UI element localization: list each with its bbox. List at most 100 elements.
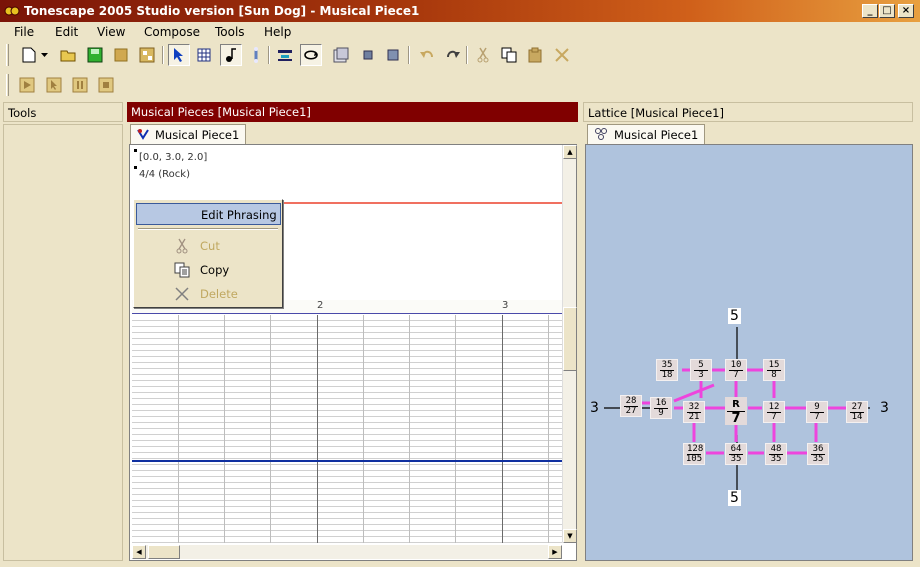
note-grid[interactable] [132,315,562,543]
tab-label: Musical Piece1 [614,128,699,142]
play-select-icon[interactable] [43,74,65,96]
vertical-scrollbar[interactable]: ▲ ▼ [562,145,577,543]
block-icon[interactable] [110,44,132,66]
cut-icon [176,238,188,254]
phrase-marker[interactable] [134,166,137,169]
stack-icon[interactable] [330,44,352,66]
menu-item-edit-phrasing[interactable]: Edit Phrasing [136,203,281,225]
tools-pane-header: Tools [3,102,123,122]
lattice-top-label: 5 [728,308,741,324]
scroll-right-icon[interactable]: ▶ [548,545,562,559]
lattice-root-node[interactable]: R7 [725,397,747,425]
lattice-links [604,327,870,490]
redo-icon[interactable] [442,44,464,66]
scroll-up-icon[interactable]: ▲ [563,145,577,159]
lattice-node[interactable]: 48 35 [765,443,787,465]
scroll-left-icon[interactable]: ◀ [132,545,146,559]
menu-item-cut[interactable]: Cut [136,235,281,257]
lattice-node[interactable]: 32 21 [683,401,705,423]
measure-line [502,315,503,543]
menu-item-copy[interactable]: Copy [136,259,281,281]
small-square-icon[interactable] [357,44,379,66]
select-arrow-icon[interactable] [168,44,190,66]
note-icon[interactable] [220,44,242,66]
pieces-pane-header: Musical Pieces [Musical Piece1] [127,102,578,122]
copy-icon[interactable] [498,44,520,66]
grid-icon[interactable] [193,44,215,66]
time-signature-text: 4/4 (Rock) [139,169,190,180]
context-menu: Edit Phrasing Cut Copy Delete [133,199,283,308]
close-button[interactable]: × [898,4,914,18]
new-dropdown-arrow-icon[interactable] [38,44,50,66]
menu-file[interactable]: File [14,25,34,39]
scroll-down-icon[interactable]: ▼ [563,529,577,543]
toolbar-grip[interactable] [6,44,9,66]
menu-edit[interactable]: Edit [55,25,78,39]
menu-compose[interactable]: Compose [144,25,200,39]
lattice-node[interactable]: 10 7 [725,359,747,381]
new-file-icon[interactable] [18,44,40,66]
open-folder-icon[interactable] [58,44,80,66]
toolbar-grip[interactable] [6,74,9,96]
pause-icon[interactable] [69,74,91,96]
piece-icon [137,129,149,140]
save-green-icon[interactable] [84,44,106,66]
align-icon[interactable] [274,44,296,66]
menu-tools[interactable]: Tools [215,25,245,39]
lattice-view[interactable]: 5 5 3 3 35 18 53 10 7 15 8 28 27 16 9 32 21 R7… [585,144,913,561]
menu-separator [138,228,278,230]
playhead-line [132,460,562,462]
toolbar-separator [466,46,468,64]
tab-lattice[interactable]: Musical Piece1 [587,124,706,144]
beat-line [270,315,271,543]
loop-icon[interactable] [300,44,322,66]
toolbar-separator [268,46,270,64]
lattice-node[interactable]: 15 8 [763,359,785,381]
lattice-node[interactable]: 97 [806,401,828,423]
lattice-node[interactable]: 27 14 [846,401,868,423]
play-icon[interactable] [16,74,38,96]
bone-icon[interactable] [245,44,267,66]
grid-block-icon[interactable] [136,44,158,66]
menu-view[interactable]: View [97,25,125,39]
beat-line [224,315,225,543]
stop-icon[interactable] [95,74,117,96]
square-icon[interactable] [382,44,404,66]
maximize-button[interactable]: □ [879,4,895,18]
lattice-left-label: 3 [590,400,599,416]
paste-icon[interactable] [524,44,546,66]
horizontal-scrollbar[interactable]: ◀ ▶ [132,545,562,559]
minimize-button[interactable]: _ [862,4,878,18]
delete-icon[interactable] [551,44,573,66]
lattice-node[interactable]: 36 35 [807,443,829,465]
menu-help[interactable]: Help [264,25,291,39]
lattice-bottom-label: 5 [728,490,741,506]
beat-line [455,315,456,543]
delete-icon [175,287,189,301]
undo-icon[interactable] [416,44,438,66]
app-icon [4,6,20,16]
menu-item-label: Cut [200,239,220,253]
playback-toolbar [0,70,920,100]
menu-bar: File Edit View Compose Tools Help [0,22,920,42]
phrase-marker[interactable] [134,149,137,152]
lattice-node[interactable]: 28 27 [620,395,642,417]
menu-item-label: Delete [200,287,238,301]
horizontal-scroll-thumb[interactable] [148,545,180,559]
title-bar: Tonescape 2005 Studio version [Sun Dog] … [0,0,920,22]
tools-pane [3,124,123,561]
cut-icon[interactable] [472,44,494,66]
tab-musical-piece[interactable]: Musical Piece1 [130,124,247,144]
lattice-node[interactable]: 16 9 [650,397,672,419]
lattice-node[interactable]: 12 7 [763,401,785,423]
menu-item-label: Copy [200,263,230,277]
lattice-node[interactable]: 128 105 [683,443,705,465]
lattice-node[interactable]: 53 [690,359,712,381]
tab-label: Musical Piece1 [155,128,240,142]
lattice-node[interactable]: 64 35 [725,443,747,465]
vertical-scroll-thumb[interactable] [563,307,577,371]
menu-item-delete[interactable]: Delete [136,283,281,305]
beat-line [363,315,364,543]
lattice-right-label: 3 [880,400,889,416]
lattice-node[interactable]: 35 18 [656,359,678,381]
